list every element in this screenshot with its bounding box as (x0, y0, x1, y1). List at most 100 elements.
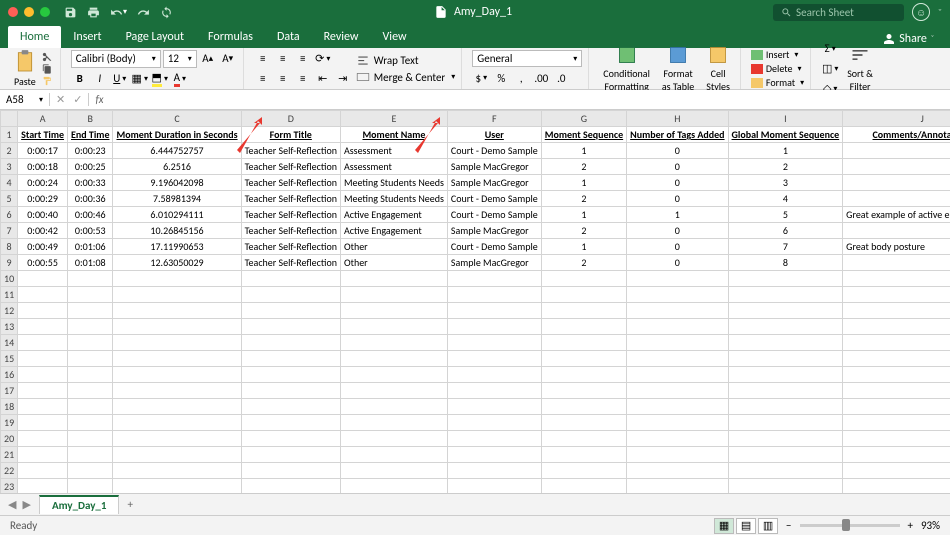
cell[interactable] (18, 447, 68, 463)
row-header[interactable]: 10 (1, 271, 18, 287)
cell[interactable]: 1 (627, 207, 728, 223)
cell[interactable]: Teacher Self-Reflection (241, 223, 340, 239)
cell[interactable]: 6.010294111 (113, 207, 241, 223)
cell[interactable] (340, 271, 447, 287)
cell[interactable] (68, 399, 113, 415)
cell[interactable] (241, 367, 340, 383)
cell[interactable] (340, 319, 447, 335)
cell[interactable]: 1 (541, 143, 626, 159)
cell[interactable] (340, 335, 447, 351)
cell[interactable]: Moment Name (340, 127, 447, 143)
cell[interactable] (541, 367, 626, 383)
merge-center-label[interactable]: Merge & Center (374, 71, 446, 84)
cell[interactable] (627, 271, 728, 287)
tab-page-layout[interactable]: Page Layout (114, 26, 196, 48)
cell[interactable] (113, 287, 241, 303)
cell[interactable]: 9.196042098 (113, 175, 241, 191)
format-as-table-button[interactable]: Format as Table (658, 45, 698, 93)
cell[interactable] (68, 479, 113, 494)
cell[interactable]: 10.26845156 (113, 223, 241, 239)
cell[interactable] (541, 479, 626, 494)
cell[interactable] (843, 223, 950, 239)
row-header[interactable]: 6 (1, 207, 18, 223)
cell[interactable]: 1 (728, 143, 843, 159)
cell[interactable] (627, 463, 728, 479)
cell[interactable]: 7.58981394 (113, 191, 241, 207)
cell[interactable]: Moment Sequence (541, 127, 626, 143)
italic-button[interactable]: I (91, 70, 109, 88)
row-header[interactable]: 12 (1, 303, 18, 319)
align-left-icon[interactable]: ≡ (254, 70, 272, 88)
cell[interactable]: 1 (541, 175, 626, 191)
cell[interactable] (68, 335, 113, 351)
comma-icon[interactable]: , (512, 69, 530, 87)
save-icon[interactable] (64, 6, 77, 19)
cell[interactable] (340, 447, 447, 463)
cell[interactable] (541, 383, 626, 399)
cell[interactable] (728, 399, 843, 415)
cell[interactable]: 1 (541, 239, 626, 255)
tab-review[interactable]: Review (312, 26, 371, 48)
percent-icon[interactable]: % (492, 69, 510, 87)
cell[interactable]: Meeting Students Needs (340, 175, 447, 191)
cell[interactable] (113, 479, 241, 494)
fx-icon[interactable]: fx (89, 93, 109, 106)
cell[interactable] (447, 287, 541, 303)
cell[interactable]: 0 (627, 239, 728, 255)
cell[interactable] (68, 447, 113, 463)
cell[interactable]: 0:01:06 (68, 239, 113, 255)
cell[interactable] (728, 479, 843, 494)
fill-icon[interactable]: ◫▾ (821, 60, 839, 78)
row-header[interactable]: 16 (1, 367, 18, 383)
cell[interactable]: 0:00:55 (18, 255, 68, 271)
row-header[interactable]: 14 (1, 335, 18, 351)
cell[interactable] (447, 303, 541, 319)
cell[interactable]: 6.2516 (113, 159, 241, 175)
cell[interactable] (447, 319, 541, 335)
cell[interactable] (68, 415, 113, 431)
cell[interactable]: End Time (68, 127, 113, 143)
cell[interactable]: 0:00:25 (68, 159, 113, 175)
cell[interactable]: Moment Duration in Seconds (113, 127, 241, 143)
cell[interactable]: Teacher Self-Reflection (241, 207, 340, 223)
col-header-D[interactable]: D (241, 111, 340, 127)
cell[interactable]: Comments/Annotations (843, 127, 950, 143)
row-header[interactable]: 13 (1, 319, 18, 335)
cell[interactable]: Court - Demo Sample (447, 239, 541, 255)
row-header[interactable]: 2 (1, 143, 18, 159)
cell[interactable] (340, 431, 447, 447)
cell[interactable]: Assessment (340, 143, 447, 159)
cell[interactable] (843, 303, 950, 319)
minimize-icon[interactable] (24, 7, 34, 17)
cell[interactable] (241, 271, 340, 287)
cell[interactable]: 0 (627, 175, 728, 191)
cell[interactable] (728, 447, 843, 463)
cell[interactable] (113, 463, 241, 479)
cell[interactable] (728, 367, 843, 383)
cell[interactable] (843, 159, 950, 175)
row-header[interactable]: 11 (1, 287, 18, 303)
redo-icon[interactable] (137, 6, 150, 19)
row-header[interactable]: 4 (1, 175, 18, 191)
cell[interactable] (843, 447, 950, 463)
cell[interactable] (18, 431, 68, 447)
cell[interactable]: 3 (728, 175, 843, 191)
format-painter-icon[interactable] (40, 76, 54, 86)
cell[interactable] (113, 399, 241, 415)
cell[interactable] (68, 351, 113, 367)
cell[interactable]: 0 (627, 159, 728, 175)
cell[interactable] (340, 351, 447, 367)
cell[interactable]: 2 (541, 255, 626, 271)
spreadsheet-grid[interactable]: ABCDEFGHIJK1Start TimeEnd TimeMoment Dur… (0, 110, 950, 493)
cell[interactable] (18, 399, 68, 415)
cell[interactable] (113, 303, 241, 319)
cell[interactable]: Sample MacGregor (447, 175, 541, 191)
cell[interactable] (241, 383, 340, 399)
cell[interactable] (627, 399, 728, 415)
cell[interactable]: Teacher Self-Reflection (241, 159, 340, 175)
cell[interactable] (843, 287, 950, 303)
row-header[interactable]: 5 (1, 191, 18, 207)
cell[interactable]: 12.63050029 (113, 255, 241, 271)
cell[interactable] (241, 351, 340, 367)
font-name-select[interactable]: Calibri (Body)▾ (71, 50, 161, 68)
